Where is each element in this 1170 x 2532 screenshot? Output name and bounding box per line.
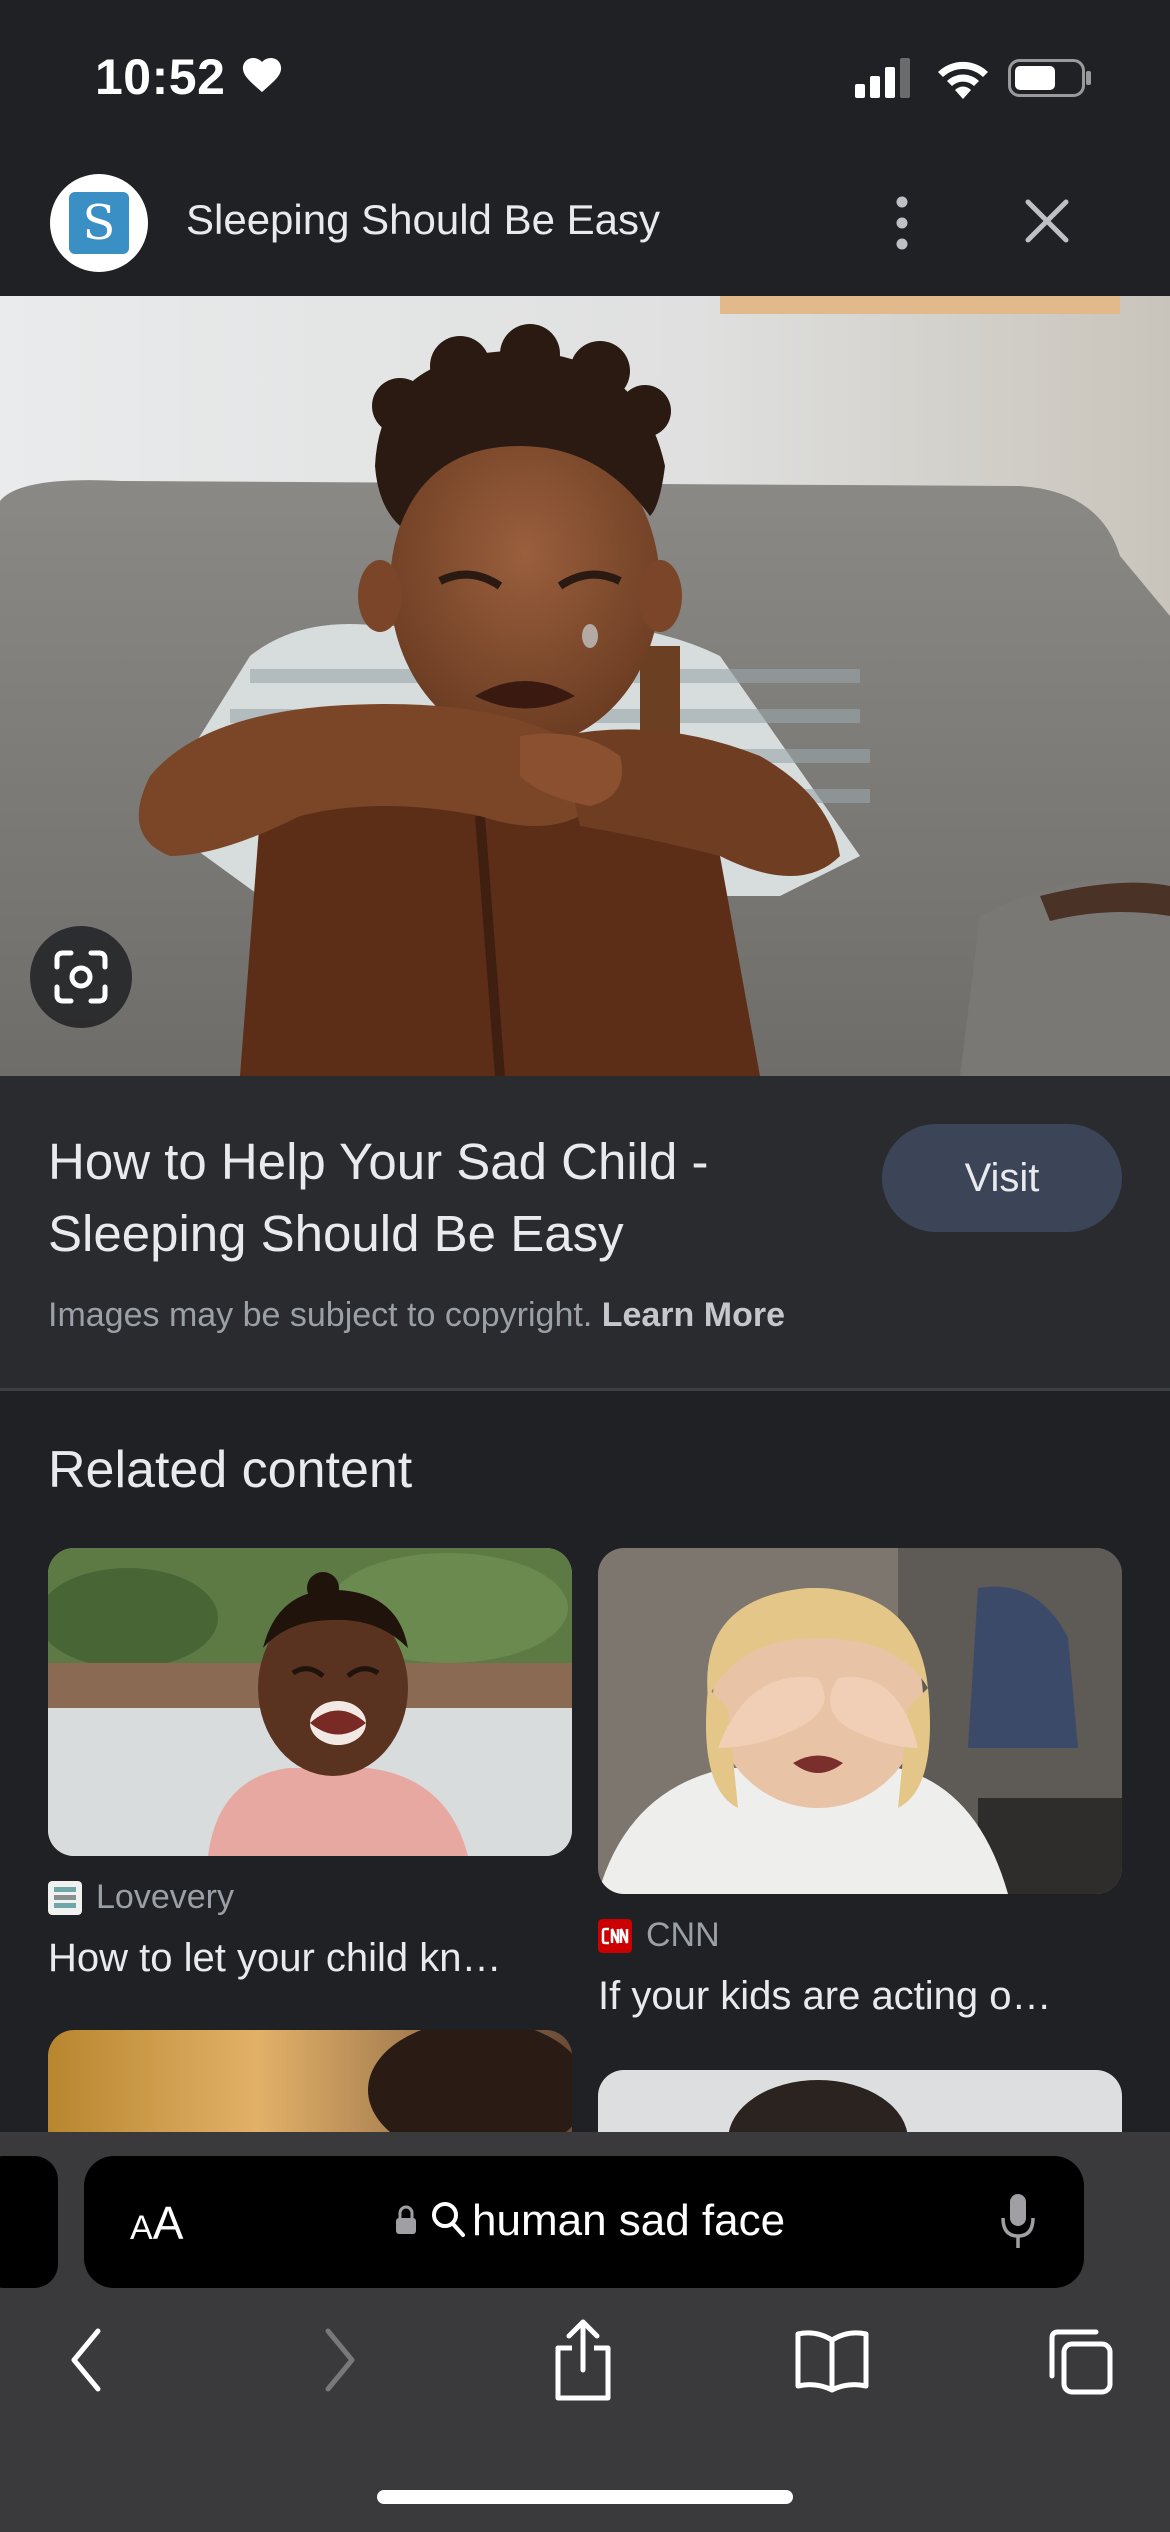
image-title-line2: Sleeping Should Be Easy — [48, 1205, 624, 1262]
heart-icon — [242, 58, 282, 93]
lovevery-favicon — [48, 1880, 82, 1915]
image-title[interactable]: How to Help Your Sad Child - Sleeping Sh… — [48, 1126, 848, 1270]
related-source-name: CNN — [646, 1916, 720, 1954]
close-icon[interactable] — [1020, 194, 1074, 248]
microphone-icon[interactable] — [998, 2192, 1038, 2252]
share-icon[interactable] — [550, 2318, 616, 2402]
home-indicator[interactable] — [377, 2490, 793, 2504]
related-source-cnn: CNN — [598, 1916, 720, 1955]
main-image[interactable] — [0, 296, 1170, 1076]
result-header: S Sleeping Should Be Easy — [0, 150, 1170, 296]
reader-options-button[interactable]: AA — [130, 2196, 183, 2250]
crying-toddler-photo — [48, 1548, 572, 1856]
visit-button[interactable]: Visit — [882, 1124, 1122, 1232]
wifi-icon — [938, 61, 988, 99]
crying-child-photo — [0, 296, 1170, 1076]
search-icon — [432, 2202, 465, 2237]
status-bar: 10:52 — [0, 0, 1170, 150]
aa-small: A — [130, 2209, 153, 2247]
divider — [0, 1388, 1170, 1391]
previous-tab-preview[interactable] — [0, 2156, 58, 2288]
site-title[interactable]: Sleeping Should Be Easy — [186, 196, 660, 244]
cellular-signal-icon — [855, 58, 910, 98]
screen: 10:52 S Sleeping Should Be Easy How to H… — [0, 0, 1170, 2532]
related-caption-lovevery[interactable]: How to let your child kn… — [48, 1936, 572, 1981]
site-logo-letter: S — [69, 192, 129, 254]
forward-icon[interactable] — [320, 2325, 360, 2395]
related-image-cnn[interactable] — [598, 1548, 1122, 1894]
learn-more-link[interactable]: Learn More — [602, 1296, 785, 1334]
site-logo[interactable]: S — [50, 174, 148, 272]
related-source-name: Lovevery — [96, 1878, 234, 1916]
address-bar[interactable]: AA human sad face — [84, 2156, 1084, 2288]
google-lens-button[interactable] — [30, 926, 132, 1028]
status-time: 10:52 — [95, 49, 226, 105]
battery-icon — [1008, 59, 1091, 97]
bookmarks-icon[interactable] — [794, 2328, 870, 2394]
search-query[interactable]: human sad face — [472, 2196, 785, 2246]
related-image-lovevery[interactable] — [48, 1548, 572, 1856]
cnn-favicon — [598, 1918, 632, 1953]
more-options-icon[interactable] — [880, 190, 924, 256]
image-info-panel: How to Help Your Sad Child - Sleeping Sh… — [0, 1076, 1170, 1390]
related-caption-cnn[interactable]: If your kids are acting o… — [598, 1974, 1122, 2019]
copyright-text: Images may be subject to copyright. — [48, 1296, 593, 1334]
lens-icon — [54, 950, 108, 1004]
crying-blonde-child-photo — [598, 1548, 1122, 1894]
related-content-heading: Related content — [48, 1441, 413, 1499]
tabs-icon[interactable] — [1044, 2326, 1116, 2398]
copyright-notice: Images may be subject to copyright. Lear… — [48, 1296, 785, 1335]
related-source-lovevery: Lovevery — [48, 1878, 234, 1917]
aa-big: A — [152, 2197, 184, 2249]
lock-icon — [396, 2205, 416, 2234]
back-icon[interactable] — [66, 2325, 106, 2395]
image-title-line1: How to Help Your Sad Child - — [48, 1133, 709, 1190]
